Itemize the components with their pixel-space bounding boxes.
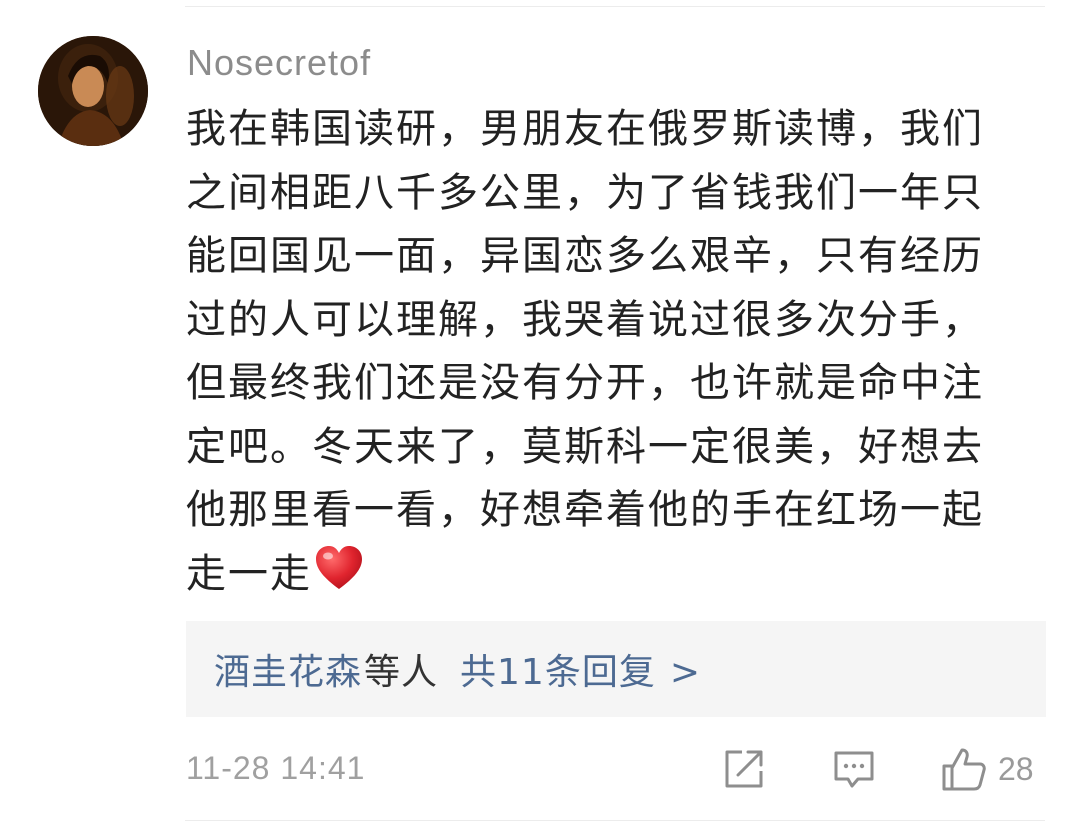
like-count: 28 <box>998 750 1034 787</box>
comment-timestamp: 11-28 14:41 <box>186 750 366 786</box>
comment-line-text: 走一走 <box>186 550 312 597</box>
chevron-right-icon[interactable]: > <box>670 652 701 693</box>
heart-icon <box>316 545 362 589</box>
comment-line: 他那里看一看，好想牵着他的手在红场一起 <box>186 487 984 533</box>
avatar-image <box>38 36 148 146</box>
comment-line: 定吧。冬天来了，莫斯科一定很美，好想去 <box>186 423 984 470</box>
bottom-divider <box>185 820 1045 821</box>
reply-others-label: 等人 <box>364 652 439 693</box>
comment-line: 之间相距八千多公里，为了省钱我们一年只 <box>186 169 984 216</box>
comment-line: 能回国见一面，异国恋多么艰辛，只有经历 <box>186 233 984 279</box>
reply-user-link[interactable]: 酒圭花森 <box>214 652 362 693</box>
comment-line: 我在韩国读研，男朋友在俄罗斯读博，我们 <box>186 106 984 152</box>
avatar[interactable] <box>38 36 148 146</box>
comment-text: 我在韩国读研，男朋友在俄罗斯读博，我们 之间相距八千多公里，为了省钱我们一年只 … <box>186 98 1036 606</box>
top-divider <box>185 6 1045 7</box>
reply-button[interactable] <box>832 745 878 793</box>
thumbs-up-icon <box>942 748 986 791</box>
comment-line: 但最终我们还是没有分开，也许就是命中注 <box>186 360 984 406</box>
comment-icon <box>834 751 874 788</box>
share-icon <box>725 750 763 788</box>
comment-line-last: 走一走 <box>186 543 1036 607</box>
comment-line: 过的人可以理解，我哭着说过很多次分手， <box>186 296 984 343</box>
comment-username[interactable]: Nosecretof <box>187 42 371 84</box>
reply-count-link[interactable]: 共11条回复 <box>460 652 656 693</box>
like-button[interactable]: 28 <box>940 745 1034 793</box>
replies-preview[interactable]: 酒圭花森等人 共11条回复 > <box>186 621 1046 717</box>
share-button[interactable] <box>722 745 768 793</box>
